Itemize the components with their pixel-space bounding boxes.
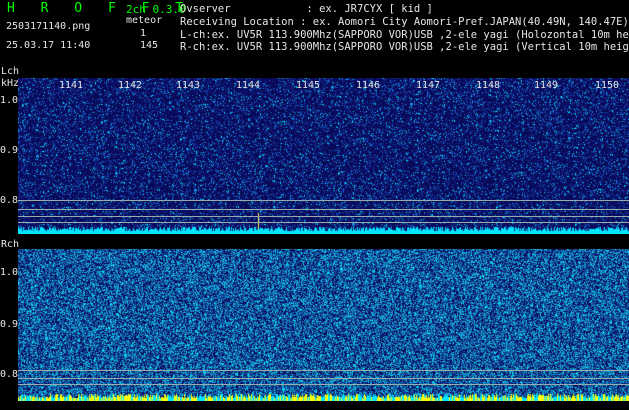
- marker-line: [18, 222, 629, 223]
- lch-receiver-info: L-ch:ex. UV5R 113.900Mhz(SAPPORO VOR)USB…: [180, 29, 629, 41]
- image-filename: 2503171140.png: [6, 21, 91, 32]
- rch-tick-1-0: 1.0: [0, 267, 19, 278]
- marker-line: [18, 200, 629, 201]
- marker-line: [18, 370, 629, 371]
- time-label: 1141: [59, 80, 84, 91]
- meteor-label: meteor: [126, 15, 163, 26]
- time-label: 1145: [296, 80, 321, 91]
- meteor-count-hour: 1: [140, 28, 147, 39]
- time-label: 1142: [118, 80, 143, 91]
- frequency-unit: kHz: [1, 78, 20, 89]
- marker-line: [18, 216, 629, 217]
- meteor-count-total: 145: [140, 40, 159, 51]
- time-label: 1149: [534, 80, 559, 91]
- lch-tick-1-0: 1.0: [0, 95, 19, 106]
- rch-label: Rch: [1, 239, 20, 250]
- capture-datetime: 25.03.17 11:40: [6, 40, 91, 51]
- time-label: 1148: [476, 80, 501, 91]
- observer-info: Ovserver : ex. JR7CYX [ kid ]: [180, 3, 433, 15]
- time-label: 1146: [356, 80, 381, 91]
- marker-line: [18, 209, 629, 210]
- lch-tick-0-9: 0.9: [0, 145, 19, 156]
- lch-tick-0-8: 0.8: [0, 195, 19, 206]
- lch-waterfall: [18, 78, 629, 234]
- time-label: 1144: [236, 80, 261, 91]
- rch-tick-0-9: 0.9: [0, 319, 19, 330]
- time-label: 1147: [416, 80, 441, 91]
- marker-line: [18, 378, 629, 379]
- rch-receiver-info: R-ch:ex. UV5R 113.900Mhz(SAPPORO VOR)USB…: [180, 41, 629, 53]
- lch-label: Lch: [1, 66, 20, 77]
- marker-line: [18, 384, 629, 385]
- time-label: 1143: [176, 80, 201, 91]
- location-info: Receiving Location : ex. Aomori City Aom…: [180, 16, 629, 28]
- time-label: 1150: [595, 80, 620, 91]
- rch-tick-0-8: 0.8: [0, 369, 19, 380]
